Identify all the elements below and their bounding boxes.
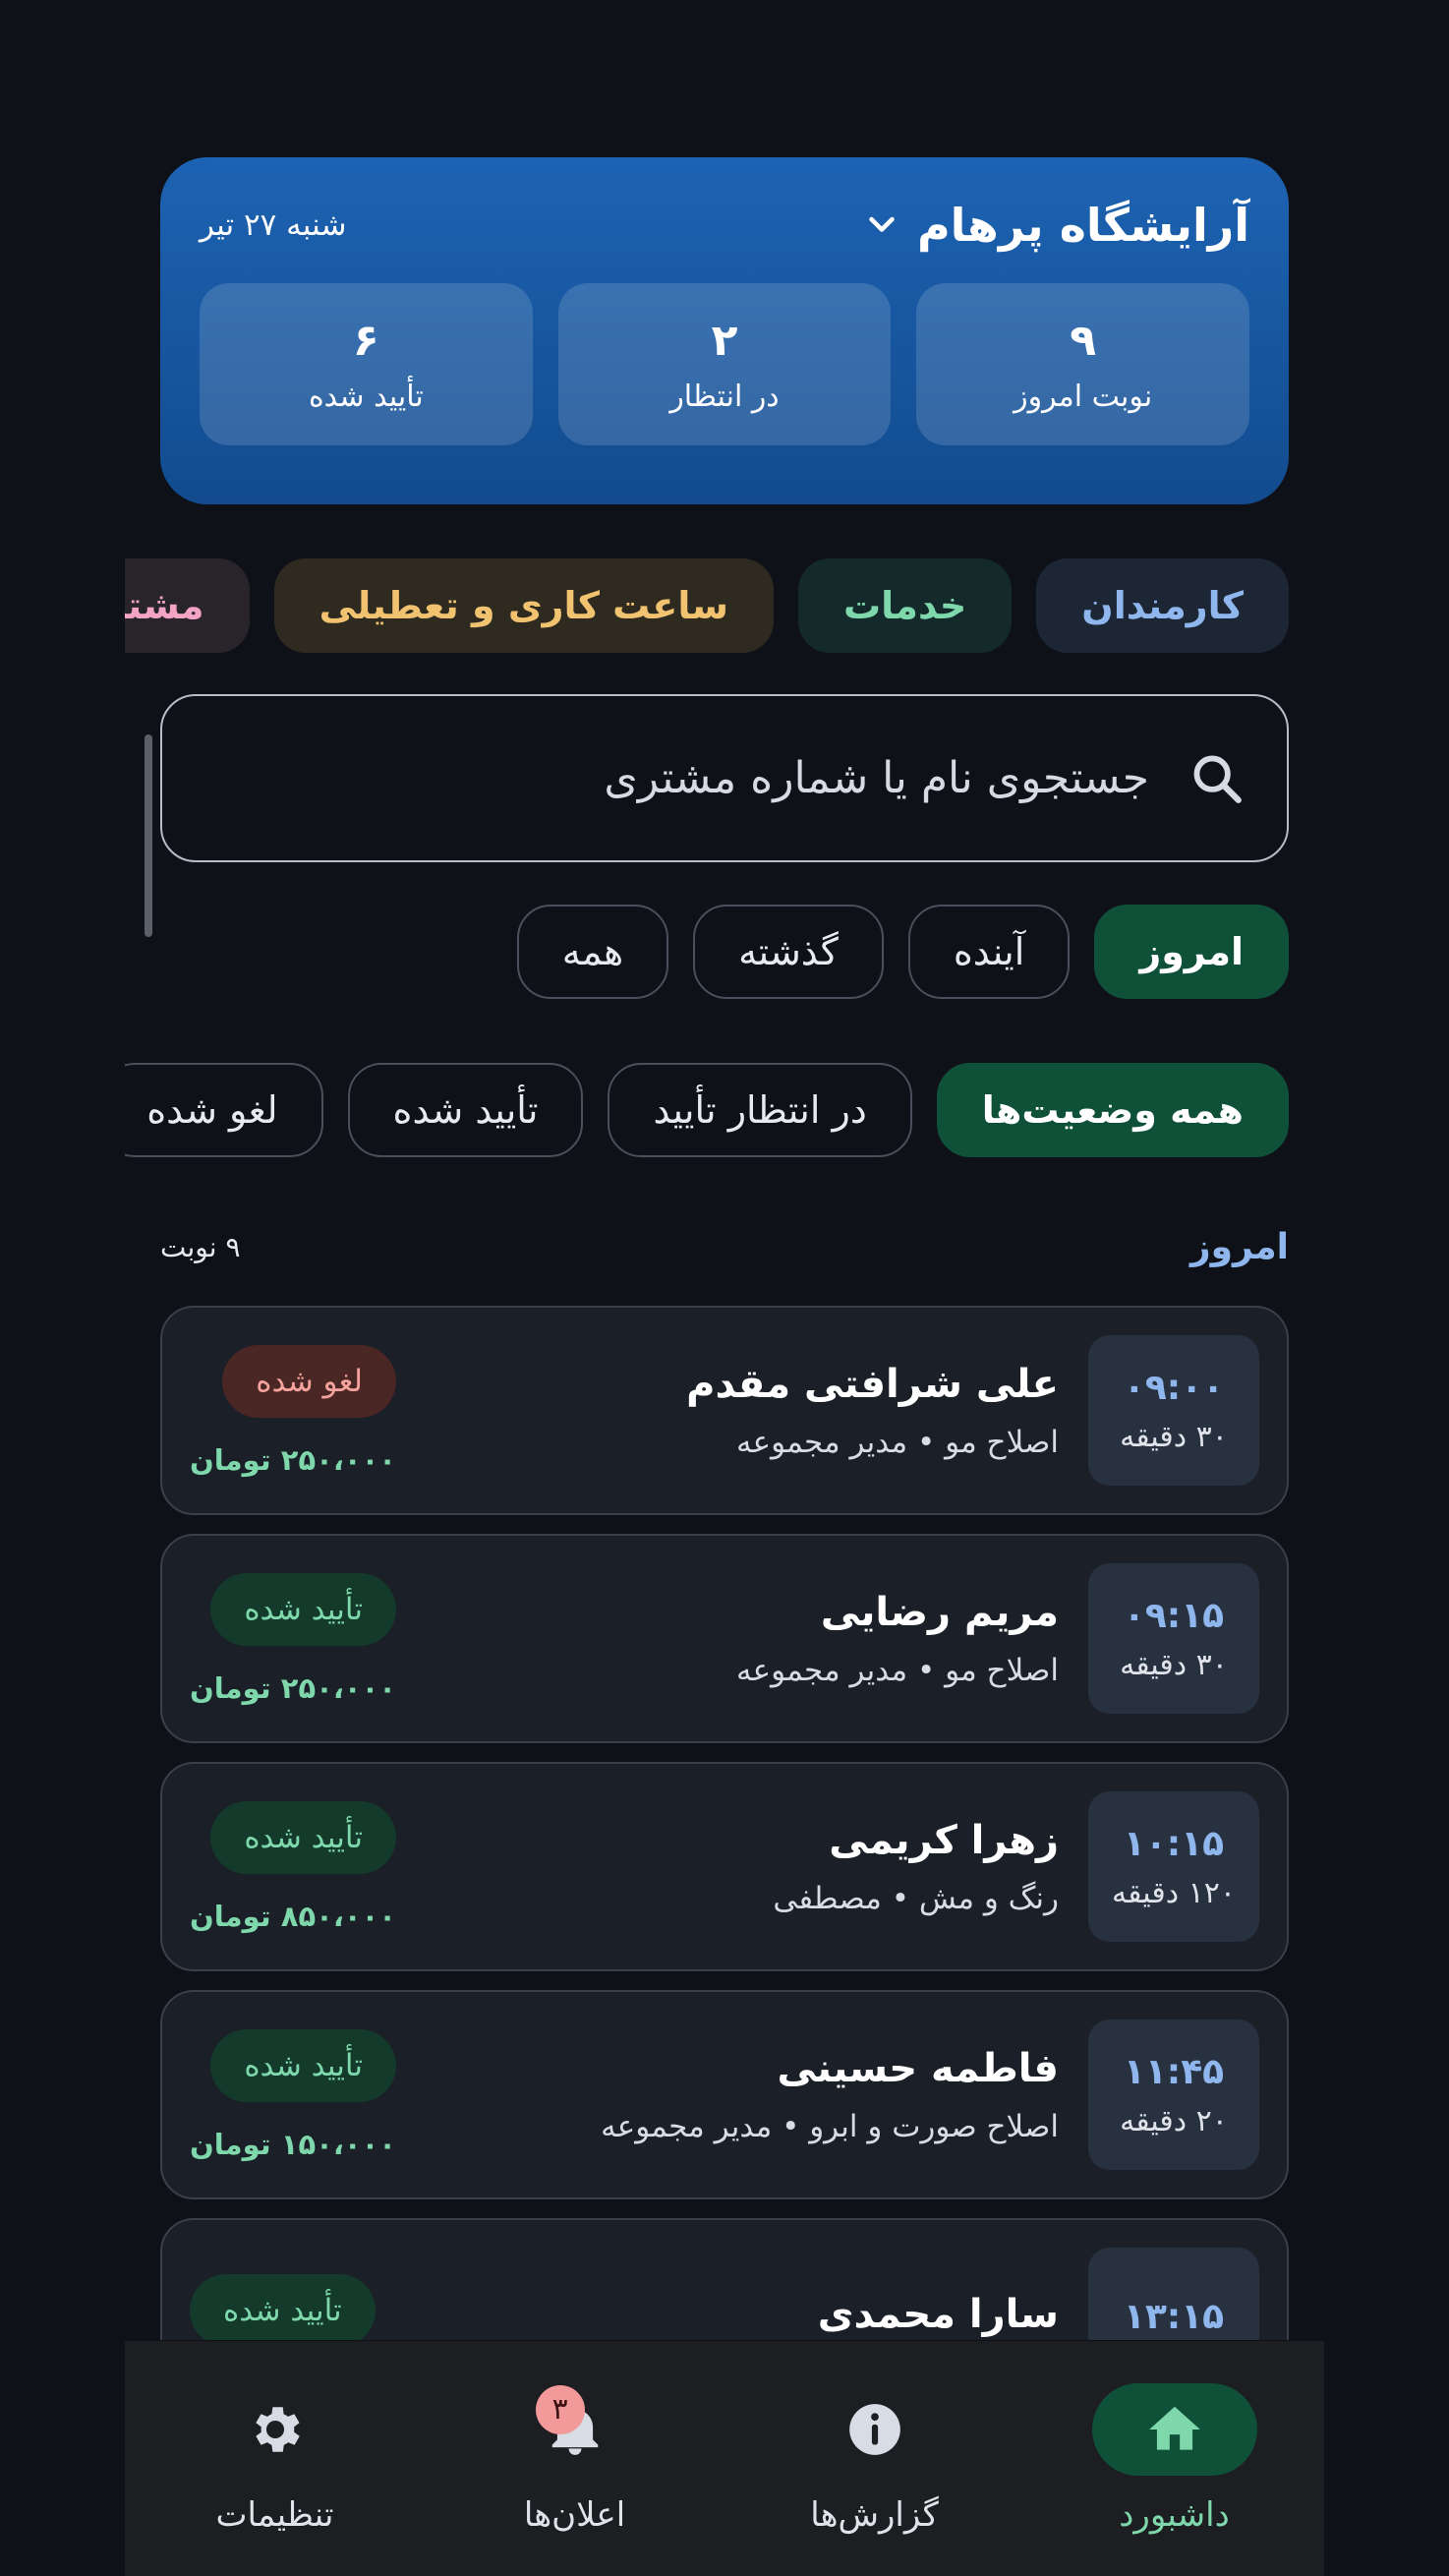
stat-today-appointments: ۹ نوبت امروز	[916, 283, 1249, 445]
filter-all[interactable]: همه	[516, 905, 669, 999]
chevron-down-icon	[869, 216, 895, 232]
status-badge: تأیید شده	[190, 2273, 376, 2340]
nav-label: داشبورد	[1119, 2494, 1230, 2535]
price: ۲۵۰،۰۰۰ تومان	[190, 1670, 396, 1705]
quick-nav-services[interactable]: خدمات	[797, 558, 1013, 653]
quick-nav: کارمندان خدمات ساعت کاری و تعطیلی مشتریا…	[125, 558, 1289, 653]
date-filter-row: امروز آینده گذشته همه	[125, 905, 1289, 999]
quick-nav-working-hours[interactable]: ساعت کاری و تعطیلی	[273, 558, 774, 653]
search-input[interactable]	[202, 753, 1149, 803]
appointment-duration: ۲۰ دقیقه	[1120, 2103, 1228, 2138]
info-icon	[848, 2403, 900, 2455]
appointment-time: ۰۹:۱۵	[1123, 1595, 1225, 1636]
status-filter-row: همه وضعیت‌ها در انتظار تأیید تأیید شده ل…	[125, 1063, 1289, 1157]
header-date: شنبه ۲۷ تیر	[200, 207, 347, 243]
appointment-list: ۰۹:۰۰ ۳۰ دقیقه علی شرافتی مقدم اصلاح مو …	[160, 1306, 1289, 2340]
appointment-card[interactable]: ۰۹:۱۵ ۳۰ دقیقه مریم رضایی اصلاح مو • مدی…	[160, 1534, 1289, 1743]
time-box: ۱۳:۱۵	[1088, 2248, 1259, 2340]
search-icon	[1193, 755, 1242, 803]
home-icon	[1148, 2406, 1200, 2450]
appointment-time: ۰۹:۰۰	[1123, 1367, 1225, 1408]
appointment-time: ۱۱:۴۵	[1123, 2051, 1225, 2092]
status-badge: تأیید شده	[210, 1800, 396, 1874]
search-box[interactable]	[160, 694, 1289, 862]
time-box: ۱۱:۴۵ ۲۰ دقیقه	[1088, 2020, 1259, 2170]
nav-label: اعلان‌ها	[523, 2494, 626, 2535]
status-badge: تأیید شده	[210, 1572, 396, 1646]
appointment-duration: ۳۰ دقیقه	[1120, 1419, 1228, 1454]
bottom-nav: داشبورد گزارش‌ها ۳ اعلان‌ها تنظیمات	[125, 2341, 1324, 2576]
price: ۸۵۰،۰۰۰ تومان	[190, 1899, 396, 1933]
status-filter-cancelled[interactable]: لغو شده	[125, 1063, 323, 1157]
nav-notifications[interactable]: ۳ اعلان‌ها	[425, 2341, 724, 2576]
time-box: ۱۰:۱۵ ۱۲۰ دقیقه	[1088, 1791, 1259, 1942]
status-badge: لغو شده	[222, 1344, 396, 1418]
salon-name: آرایشگاه پرهام	[916, 199, 1249, 252]
customer-name: علی شرافتی مقدم	[686, 1361, 1059, 1407]
nav-label: تنظیمات	[215, 2494, 334, 2535]
filter-upcoming[interactable]: آینده	[907, 905, 1071, 999]
service-staff: اصلاح مو • مدیر مجموعه	[735, 1652, 1059, 1688]
time-box: ۰۹:۱۵ ۳۰ دقیقه	[1088, 1563, 1259, 1714]
appointment-time: ۱۰:۱۵	[1123, 1823, 1225, 1864]
status-badge: تأیید شده	[210, 2028, 396, 2102]
quick-nav-customers[interactable]: مشتریان	[125, 558, 250, 653]
section-title: امروز	[1189, 1227, 1289, 1267]
appointment-duration: ۱۲۰ دقیقه	[1112, 1875, 1236, 1910]
service-staff: اصلاح صورت و ابرو • مدیر مجموعه	[601, 2108, 1059, 2144]
filter-past[interactable]: گذشته	[693, 905, 884, 999]
customer-name: سارا محمدی	[817, 2291, 1059, 2337]
status-filter-all[interactable]: همه وضعیت‌ها	[936, 1063, 1289, 1157]
nav-reports[interactable]: گزارش‌ها	[724, 2341, 1024, 2576]
section-header: امروز ۹ نوبت	[160, 1227, 1289, 1267]
customer-name: زهرا کریمی	[829, 1817, 1059, 1863]
salon-header-card: آرایشگاه پرهام شنبه ۲۷ تیر ۹ نوبت امروز …	[160, 157, 1289, 504]
gear-icon	[255, 2406, 300, 2452]
appointment-time: ۱۳:۱۵	[1123, 2297, 1225, 2337]
status-filter-confirmed[interactable]: تأیید شده	[347, 1063, 584, 1157]
salon-selector[interactable]: آرایشگاه پرهام	[864, 199, 1249, 252]
service-staff: اصلاح مو • مدیر مجموعه	[735, 1424, 1059, 1460]
appointment-duration: ۳۰ دقیقه	[1120, 1647, 1228, 1682]
stat-pending: ۲ در انتظار	[557, 283, 892, 445]
quick-nav-staff[interactable]: کارمندان	[1036, 558, 1289, 653]
customer-name: مریم رضایی	[820, 1589, 1059, 1635]
appointment-card[interactable]: ۰۹:۰۰ ۳۰ دقیقه علی شرافتی مقدم اصلاح مو …	[160, 1306, 1289, 1515]
price: ۱۵۰،۰۰۰ تومان	[190, 2127, 396, 2161]
appointment-card[interactable]: ۱۰:۱۵ ۱۲۰ دقیقه زهرا کریمی رنگ و مش • مص…	[160, 1762, 1289, 1971]
stat-confirmed: ۶ تأیید شده	[199, 283, 533, 445]
price: ۲۵۰،۰۰۰ تومان	[190, 1442, 396, 1477]
time-box: ۰۹:۰۰ ۳۰ دقیقه	[1088, 1335, 1259, 1486]
appointment-card[interactable]: ۱۱:۴۵ ۲۰ دقیقه فاطمه حسینی اصلاح صورت و …	[160, 1990, 1289, 2199]
nav-label: گزارش‌ها	[810, 2494, 939, 2535]
notification-count-badge: ۳	[535, 2384, 585, 2434]
filter-today[interactable]: امروز	[1094, 905, 1289, 999]
nav-settings[interactable]: تنظیمات	[125, 2341, 425, 2576]
nav-dashboard[interactable]: داشبورد	[1024, 2341, 1324, 2576]
service-staff: رنگ و مش • مصطفی	[773, 1880, 1059, 1916]
customer-name: فاطمه حسینی	[777, 2045, 1059, 2091]
appointment-count: ۹ نوبت	[160, 1231, 241, 1263]
appointment-card[interactable]: ۱۳:۱۵ سارا محمدی تأیید شده	[160, 2218, 1289, 2340]
status-filter-pending[interactable]: در انتظار تأیید	[608, 1063, 912, 1157]
